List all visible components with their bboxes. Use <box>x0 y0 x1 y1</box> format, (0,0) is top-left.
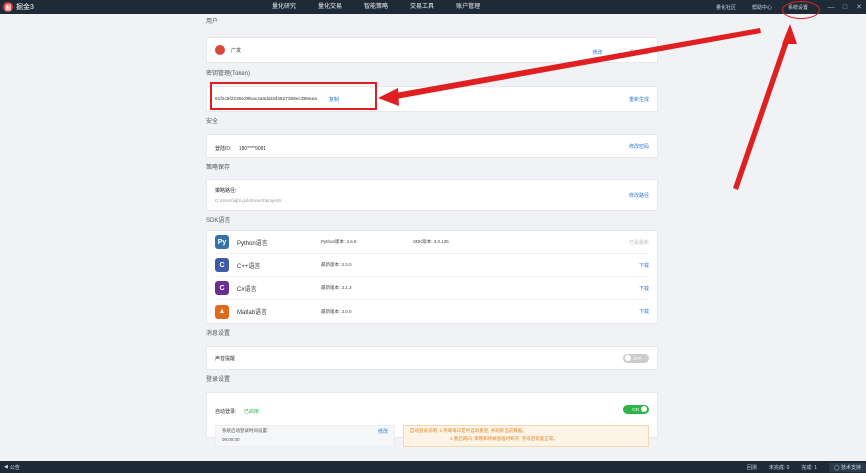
auto-login-status: 已启用 <box>243 409 259 415</box>
settings-highlight-circle <box>782 1 820 19</box>
download-csharp-button[interactable]: 下载 <box>639 285 649 292</box>
login-card: 自动登录: 已启用 ON 系统启动登录时间设置: 09:00:00 修改 自动登… <box>206 392 658 447</box>
strategy-card: 策略路径: C:\Users\ajh\.goldminer3\projects … <box>206 179 658 211</box>
status-bar: ◀ 公告 回测 未完成: 0 完成: 1 ◯ 技术支持 <box>0 461 866 473</box>
login-id-value: 180****9081 <box>238 146 267 152</box>
nav-smart-strategy[interactable]: 智能策略 <box>364 0 388 14</box>
nav-trade-tools[interactable]: 交易工具 <box>410 0 434 14</box>
user-name: 广发 <box>231 47 242 54</box>
schedule-label: 系统启动登录时间设置: <box>222 428 269 433</box>
community-link[interactable]: 量化社区 <box>716 4 736 11</box>
avatar <box>215 45 225 55</box>
change-password-button[interactable]: 修改密码 <box>629 143 649 150</box>
message-card: 声音提醒 OFF <box>206 346 658 370</box>
app-name: 掘金3 <box>16 4 34 11</box>
toggle-text: ON <box>632 406 639 412</box>
toggle-knob <box>625 355 631 361</box>
regenerate-token-button[interactable]: 重新生成 <box>629 96 649 103</box>
user-section-title: 用户 <box>206 19 219 25</box>
toggle-text: OFF <box>633 355 642 361</box>
sdk-row-csharp: C C#语言 最新版本: 3.1.3 下载 <box>215 277 649 300</box>
sdk-version: Python版本: 3.6.8 <box>321 239 357 244</box>
support-label: 技术支持 <box>840 464 861 471</box>
token-section-title: 密钥管理(Token) <box>206 71 251 77</box>
sdk-card: Py Python语言 Python版本: 3.6.8 SDK版本: 3.0.1… <box>206 230 658 324</box>
cpp-icon: C <box>215 258 229 272</box>
arrow-head-settings <box>782 24 797 44</box>
note-line-1: 自动登录说明: 1.终端每日定时自动重登, 并刷新当前数据。 <box>410 428 527 433</box>
login-section-title: 登录设置 <box>206 377 231 383</box>
done-count: 完成: 1 <box>801 464 817 471</box>
strategy-path-value: C:\Users\ajh\.goldminer3\projects <box>215 198 282 203</box>
sdk-version: 最新版本: 3.3.0 <box>321 262 352 267</box>
sdk-row-python: Py Python语言 Python版本: 3.6.8 SDK版本: 3.0.1… <box>215 231 649 254</box>
notice-link[interactable]: 公告 <box>10 464 20 471</box>
token-highlight-box <box>210 82 377 110</box>
message-section-title: 消息设置 <box>206 331 231 337</box>
download-matlab-button[interactable]: 下载 <box>639 308 649 315</box>
edit-user-button[interactable]: 修改 <box>593 50 603 56</box>
sdk-version: 最新版本: 3.0.0 <box>321 308 352 314</box>
title-bar: 掘 掘金3 量化研究 量化交易 智能策略 交易工具 账户管理 量化社区 帮助中心… <box>0 0 866 14</box>
download-cpp-button[interactable]: 下载 <box>639 262 649 269</box>
auto-login-note: 自动登录说明: 1.终端每日定时自动重登, 并刷新当前数据。 2.重启期间, 策… <box>403 425 649 447</box>
sdk-sdk-version: SDK版本: 3.0.135 <box>413 239 449 244</box>
sdk-status: 已是最新 <box>628 239 649 246</box>
sound-toggle[interactable]: OFF <box>623 353 649 363</box>
arrow-to-settings <box>733 34 791 190</box>
matlab-icon: ▲ <box>215 304 229 319</box>
minimize-icon[interactable]: — <box>824 4 838 11</box>
strategy-section-title: 策略保存 <box>206 165 231 171</box>
schedule-box: 系统启动登录时间设置: 09:00:00 修改 <box>215 425 395 447</box>
top-nav: 量化研究 量化交易 智能策略 交易工具 账户管理 <box>272 0 502 14</box>
security-card: 登陆ID: 180****9081 修改密码 <box>206 134 658 158</box>
support-icon: ◯ <box>833 464 840 471</box>
change-path-button[interactable]: 修改路径 <box>629 192 649 199</box>
nav-research[interactable]: 量化研究 <box>272 0 296 14</box>
schedule-time: 09:00:00 <box>222 437 240 442</box>
csharp-icon: C <box>215 281 229 295</box>
edit-schedule-button[interactable]: 修改 <box>378 428 388 444</box>
close-icon[interactable]: ✕ <box>852 3 866 11</box>
logout-button[interactable]: 退出登录 <box>629 50 649 56</box>
security-section-title: 安全 <box>206 119 219 125</box>
app-logo: 掘 掘金3 <box>3 0 34 14</box>
pending-count: 未完成: 0 <box>768 464 790 471</box>
auto-login-label: 自动登录: <box>215 409 237 415</box>
sdk-name: Python语言 <box>237 240 268 247</box>
logo-icon: 掘 <box>3 2 13 12</box>
toggle-knob <box>641 406 647 412</box>
sdk-section-title: SDK语言 <box>206 218 231 224</box>
support-button[interactable]: ◯ 技术支持 <box>828 462 866 472</box>
backtest-label[interactable]: 回测 <box>747 464 757 471</box>
note-line-2: 2.重启期间, 策略和终端会临时断开, 完成后恢复正常。 <box>450 436 558 441</box>
user-card: 广发 修改 退出登录 <box>206 37 658 63</box>
sound-label: 声音提醒 <box>215 355 236 362</box>
sdk-row-matlab: ▲ Matlab语言 最新版本: 3.0.0 下载 <box>215 300 649 323</box>
python-icon: Py <box>215 235 229 249</box>
settings-panel: 用户 广发 修改 退出登录 密钥管理(Token) 61f2c5f2230e29… <box>206 14 658 447</box>
strategy-path-label: 策略路径: <box>215 188 237 194</box>
nav-trading[interactable]: 量化交易 <box>318 0 342 14</box>
sdk-name: C++语言 <box>237 263 261 270</box>
sdk-version: 最新版本: 3.1.3 <box>321 285 352 290</box>
help-link[interactable]: 帮助中心 <box>752 4 772 11</box>
sdk-name: Matlab语言 <box>237 310 268 316</box>
nav-account[interactable]: 账户管理 <box>456 0 480 14</box>
auto-login-toggle[interactable]: ON <box>623 404 649 414</box>
notice-icon: ◀ <box>4 464 8 470</box>
sdk-name: C#语言 <box>237 286 257 293</box>
maximize-icon[interactable]: □ <box>838 4 852 11</box>
sdk-row-cpp: C C++语言 最新版本: 3.3.0 下载 <box>215 254 649 277</box>
login-id-label: 登陆ID: <box>215 146 232 152</box>
